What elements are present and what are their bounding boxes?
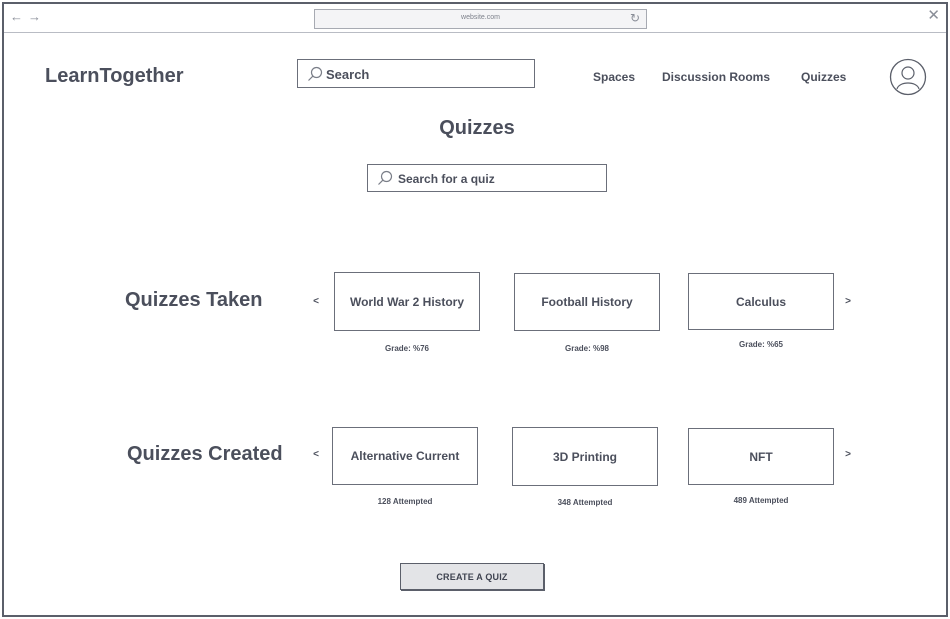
browser-toolbar: ← → website.com ↻ ✕ [4,4,946,33]
quiz-attempts-count: 348 Attempted [557,498,613,507]
chevron-left-icon[interactable]: < [310,449,322,460]
nav-link-discussion-rooms[interactable]: Discussion Rooms [662,70,770,84]
quiz-card-grade: Grade: %76 [384,344,430,353]
quizzes-taken-title: Quizzes Taken [125,289,263,311]
site-search-input[interactable]: Search [297,59,535,88]
quiz-card-grade: Grade: %65 [738,340,784,349]
nav-link-spaces[interactable]: Spaces [593,70,635,84]
quiz-search-input[interactable]: Search for a quiz [367,164,607,192]
chevron-right-icon[interactable]: > [842,296,854,307]
quiz-card-taken-3[interactable]: Calculus [688,273,834,330]
chevron-left-icon[interactable]: < [310,296,322,307]
quiz-card-taken-1[interactable]: World War 2 History [334,272,480,331]
search-icon [378,170,393,185]
quiz-card-name: Alternative Current [350,449,460,463]
search-icon [308,66,323,81]
quiz-card-taken-2[interactable]: Football History [514,273,660,331]
address-bar[interactable]: website.com ↻ [314,9,647,29]
quiz-card-created-3[interactable]: NFT [688,428,834,485]
chevron-right-icon[interactable]: > [842,449,854,460]
reload-icon[interactable]: ↻ [630,11,640,25]
quiz-card-name: World War 2 History [349,294,465,309]
quiz-card-name: Football History [541,295,633,309]
quiz-card-created-1[interactable]: Alternative Current [332,427,478,485]
quizzes-created-title: Quizzes Created [127,443,283,465]
create-quiz-button[interactable]: CREATE A QUIZ [400,563,544,590]
nav-link-quizzes[interactable]: Quizzes [801,70,846,84]
quiz-card-grade: Grade: %98 [564,344,610,353]
url-text: website.com [461,14,500,21]
quiz-card-name: Calculus [735,294,786,309]
browser-window: ← → website.com ↻ ✕ LearnTogether Search… [2,2,948,617]
user-avatar-icon[interactable] [889,58,927,96]
forward-arrow-icon[interactable]: → [28,9,41,25]
site-logo[interactable]: LearnTogether [45,65,184,88]
quiz-card-created-2[interactable]: 3D Printing [512,427,658,486]
back-arrow-icon[interactable]: ← [10,9,23,25]
create-quiz-label: CREATE A QUIZ [436,571,508,582]
quiz-card-name: NFT [749,449,773,464]
quiz-search-placeholder: Search for a quiz [398,172,495,186]
quiz-attempts-count: 128 Attempted [377,497,433,506]
close-icon[interactable]: ✕ [927,8,940,24]
site-search-placeholder: Search [326,67,370,82]
quiz-card-name: 3D Printing [552,449,617,464]
page-title: Quizzes [439,117,515,139]
quiz-attempts-count: 489 Attempted [733,496,789,505]
